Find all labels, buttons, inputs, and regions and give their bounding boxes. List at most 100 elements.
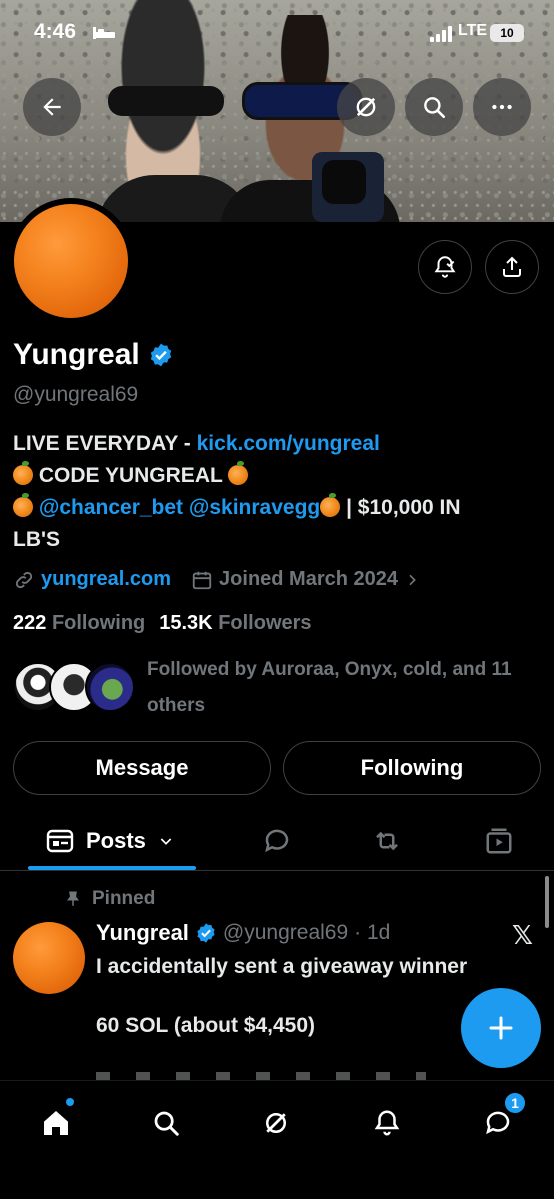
x-logo-icon: 𝕏 [512, 920, 533, 950]
profile-avatar[interactable] [8, 198, 134, 324]
bio-line-3: @chancer_bet @skinravegg | $10,000 IN [13, 492, 543, 524]
profile-bio: LIVE EVERYDAY - kick.com/yungreal CODE Y… [13, 428, 543, 556]
following-count: 222 [13, 612, 47, 634]
display-name: Yungreal [13, 338, 140, 371]
signal-icon [430, 26, 452, 42]
status-time: 4:46 [34, 20, 77, 43]
tangerine-emoji [228, 461, 249, 485]
tangerine-emoji [320, 493, 341, 517]
bio-line-4: LB'S [13, 528, 60, 551]
followed-by-row[interactable]: Followed by Auroraa, Onyx, cold, and 11 … [13, 658, 543, 724]
posts-card-icon [46, 829, 74, 853]
calendar-icon [192, 571, 212, 589]
battery-icon: 10 [490, 24, 524, 42]
banner-phone-camera [322, 160, 366, 204]
chevron-right-icon [409, 574, 416, 585]
repost-icon [376, 831, 398, 851]
search-icon [424, 97, 446, 119]
nav-notifications[interactable] [367, 1103, 407, 1143]
status-bar: 4:46 LTE 10 [0, 0, 554, 70]
video-media-icon [486, 828, 512, 854]
post-header: Yungreal @yungreal69 · 1d [96, 920, 390, 946]
orange-avatar-image [14, 204, 128, 318]
tangerine-emoji [13, 461, 33, 485]
tab-posts-label: Posts [86, 828, 146, 853]
post-text-line-1[interactable]: I accidentally sent a giveaway winner [96, 952, 467, 982]
share-icon [503, 256, 521, 277]
notifications-button[interactable] [418, 240, 472, 294]
website-item[interactable]: yungreal.com [13, 568, 171, 591]
message-button[interactable]: Message [13, 741, 271, 795]
post-time: · 1d [354, 921, 391, 944]
home-unread-dot [66, 1098, 74, 1106]
chevron-down-icon [160, 838, 172, 845]
bell-icon [374, 1110, 400, 1136]
profile-meta: yungreal.com Joined March 2024 [13, 568, 440, 591]
chancer-mention-link[interactable]: @chancer_bet [39, 496, 183, 519]
nav-grok[interactable] [256, 1103, 296, 1143]
bell-check-icon [434, 256, 456, 278]
profile-tabs: Posts [0, 812, 554, 870]
search-icon [154, 1111, 179, 1136]
bio-line-1: LIVE EVERYDAY - kick.com/yungreal [13, 428, 543, 460]
tab-replies[interactable] [262, 812, 292, 870]
bio-line-2: CODE YUNGREAL [13, 460, 543, 492]
post-text-line-2[interactable]: 60 SOL (about $4,450) [96, 1014, 315, 1038]
more-button[interactable] [473, 78, 531, 136]
grok-button[interactable] [337, 78, 395, 136]
search-button[interactable] [405, 78, 463, 136]
kick-link[interactable]: kick.com/yungreal [197, 432, 380, 455]
bottom-navigation [0, 1080, 554, 1199]
bio-live-text: LIVE EVERYDAY - [13, 432, 197, 455]
banner-sunglasses-left [108, 86, 224, 116]
arrow-left-icon [43, 98, 61, 116]
home-icon [44, 1111, 68, 1135]
post-author-name[interactable]: Yungreal [96, 920, 189, 946]
verified-badge-icon[interactable] [148, 342, 174, 368]
following-stat[interactable]: 222 Following [13, 612, 145, 635]
compose-post-button[interactable] [461, 988, 541, 1068]
scrollbar[interactable] [545, 876, 549, 928]
post-author-handle[interactable]: @yungreal69 [223, 921, 348, 945]
skinrave-mention-link[interactable]: @skinravegg [189, 496, 320, 519]
network-type: LTE [458, 22, 488, 39]
pin-icon [67, 891, 79, 906]
profile-name: Yungreal [13, 338, 174, 372]
plus-icon [489, 1016, 513, 1040]
pinned-text: Pinned [92, 888, 156, 909]
nav-search[interactable] [146, 1103, 186, 1143]
verified-badge-icon [197, 923, 215, 943]
tab-media[interactable] [484, 812, 514, 870]
website-link[interactable]: yungreal.com [41, 568, 171, 591]
link-icon [15, 571, 33, 588]
follower-avatars [13, 658, 135, 714]
sleep-focus-icon [93, 27, 115, 39]
followers-count: 15.3K [159, 612, 213, 634]
tab-reposts[interactable] [371, 812, 403, 870]
joined-item[interactable]: Joined March 2024 [191, 568, 420, 591]
more-horizontal-icon [492, 104, 512, 110]
followed-by-text: Followed by Auroraa, Onyx, cold, and 11 … [147, 659, 512, 716]
joined-date: Joined March 2024 [219, 568, 399, 590]
tabs-divider [0, 870, 554, 871]
bio-prize-text: | $10,000 IN [340, 496, 461, 519]
following-stat-label: Following [51, 612, 146, 634]
profile-handle: @yungreal69 [13, 383, 139, 406]
messages-badge: 1 [503, 1091, 527, 1115]
followers-stat[interactable]: 15.3K Followers [159, 612, 311, 635]
nav-home[interactable] [36, 1103, 76, 1143]
battery-level: 10 [500, 26, 514, 40]
share-button[interactable] [485, 240, 539, 294]
tab-posts[interactable]: Posts [46, 812, 174, 870]
grok-icon [266, 1113, 286, 1133]
tangerine-emoji [13, 493, 33, 517]
follower-avatar-3 [85, 662, 135, 712]
post-author-avatar[interactable] [13, 922, 85, 994]
pinned-label: Pinned [64, 888, 155, 910]
follow-stats: 222 Following 15.3K Followers [13, 612, 312, 635]
back-button[interactable] [23, 78, 81, 136]
reply-bubble-icon [265, 829, 289, 853]
following-button[interactable]: Following [283, 741, 541, 795]
followers-stat-label: Followers [218, 612, 312, 634]
bio-code-text: CODE YUNGREAL [38, 464, 223, 487]
